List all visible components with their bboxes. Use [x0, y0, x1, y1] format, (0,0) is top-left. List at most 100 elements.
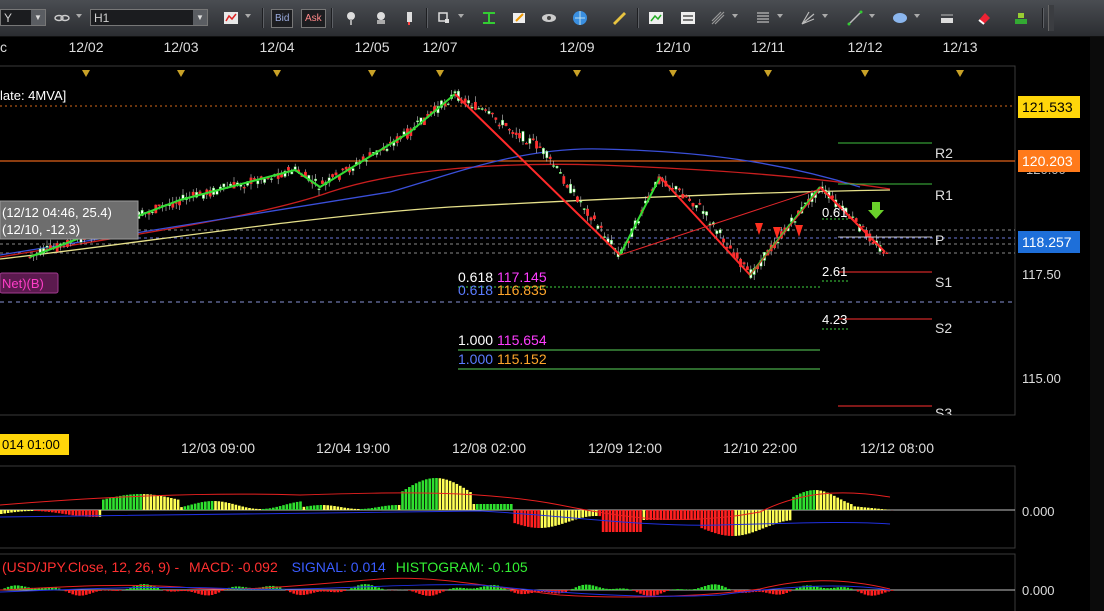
line-tool-button[interactable]: [844, 7, 866, 28]
time-axis-label: 12/08 02:00: [452, 440, 526, 456]
fib-button[interactable]: [752, 7, 774, 28]
histogram-bar: [816, 490, 819, 510]
template-button[interactable]: [677, 7, 699, 28]
histogram-bar: [771, 510, 775, 525]
candle-body: [555, 165, 559, 169]
price-tick-1: 117.50: [1022, 267, 1061, 282]
chevron-down-icon[interactable]: [458, 14, 464, 18]
chevron-down-icon[interactable]: ▼: [193, 10, 207, 25]
chevron-down-icon[interactable]: [76, 14, 82, 18]
ellipse-button[interactable]: [889, 7, 911, 28]
globe-button[interactable]: [569, 7, 591, 28]
histogram-bar: [0, 510, 3, 514]
draw-button[interactable]: [398, 7, 420, 28]
chevron-down-icon[interactable]: [914, 14, 920, 18]
bid-button[interactable]: Bid: [271, 9, 294, 28]
level-badge-121533-label: 121.533: [1022, 99, 1073, 115]
day-marker-icon: [861, 70, 869, 77]
price-axis[interactable]: 120.00 117.50 115.00 121.533 120.203 118…: [1018, 96, 1080, 386]
interval-combo[interactable]: H1 ▼: [90, 9, 208, 26]
macd-bar: [778, 590, 782, 595]
candle-body: [521, 131, 525, 142]
scroll-strip[interactable]: [1090, 37, 1104, 611]
layout-button[interactable]: [1010, 7, 1032, 28]
histogram-bar: [200, 502, 204, 510]
macd-bar: [860, 590, 863, 594]
candle-body: [535, 140, 539, 149]
time-axis[interactable]: 12/03 09:00 12/04 19:00 12/08 02:00 12/09 1…: [181, 440, 934, 456]
trendline-button[interactable]: [707, 7, 729, 28]
eye-button[interactable]: [538, 7, 560, 28]
chevron-down-icon[interactable]: [732, 14, 738, 18]
histogram-bar: [826, 492, 829, 510]
macd-bar: [890, 590, 894, 591]
histogram-bar: [360, 508, 363, 510]
top-date-label: 12/12: [847, 39, 882, 55]
chart-type-button[interactable]: [220, 7, 242, 28]
candle-body: [504, 123, 508, 126]
chevron-down-icon[interactable]: ▼: [31, 10, 45, 25]
pencil-icon: [513, 12, 525, 23]
candle-body: [508, 129, 511, 131]
abc-button[interactable]: [936, 7, 958, 28]
macd-bar: [673, 589, 676, 590]
histogram-bar: [571, 510, 574, 521]
day-marker-icon: [764, 70, 772, 77]
histogram-bar: [408, 487, 411, 510]
crosshair-button[interactable]: [340, 7, 362, 28]
macd-bar: [795, 588, 799, 590]
histogram-bar: [533, 510, 537, 528]
histogram-bar: [78, 510, 81, 517]
histogram-bar: [867, 507, 870, 510]
chevron-down-icon[interactable]: [822, 14, 828, 18]
macd-bar: [329, 590, 333, 592]
candle-body: [729, 245, 732, 249]
histogram-bar: [618, 510, 622, 532]
histogram-bar: [13, 510, 17, 513]
histogram-bar: [734, 510, 737, 536]
text-tool-button[interactable]: [478, 7, 500, 28]
cursor-info-line1: (12/12 04:46, 25.4): [2, 205, 112, 220]
chevron-down-icon[interactable]: [245, 14, 251, 18]
chevron-down-icon[interactable]: [869, 14, 875, 18]
candle-body: [548, 156, 552, 160]
chart-area[interactable]: c 12/02 12/03 12/04 12/05 12/07 12/09 12/10 12/1…: [0, 37, 1104, 611]
ask-button[interactable]: Ask: [301, 9, 326, 28]
zoom-button[interactable]: [370, 7, 392, 28]
histogram-bar: [170, 497, 173, 510]
toolbar-grip[interactable]: [1048, 5, 1054, 31]
macd-bar: [676, 589, 680, 590]
macd-bar: [214, 590, 217, 594]
pitchfork-button[interactable]: [797, 7, 819, 28]
histogram-bar: [829, 494, 833, 510]
histogram-bar: [523, 510, 527, 527]
histogram-bar: [10, 510, 13, 513]
histogram-bar: [452, 482, 455, 510]
template-icon: [681, 11, 695, 24]
link-button[interactable]: [51, 7, 73, 28]
histogram-bar: [486, 504, 489, 510]
top-date-label: 12/03: [163, 39, 198, 55]
macd-bar: [724, 587, 727, 590]
candle-body: [610, 240, 613, 245]
last-price-badge-label: 118.257: [1022, 234, 1072, 250]
chevron-down-icon[interactable]: [777, 14, 783, 18]
pencil-button[interactable]: [508, 7, 530, 28]
eraser-button[interactable]: [973, 7, 995, 28]
candle-body: [497, 124, 501, 127]
histogram-bar: [272, 507, 275, 510]
macd-legend-signal: SIGNAL: 0.014: [292, 559, 386, 575]
ruler-button[interactable]: [608, 7, 630, 28]
histogram-bar: [782, 510, 785, 522]
macd-bar: [132, 586, 136, 590]
macd-bar: [652, 590, 656, 596]
symbol-combo[interactable]: Y ▼: [0, 9, 46, 26]
trendline-icon: [711, 11, 725, 24]
macd-bar: [659, 590, 663, 594]
cursor-mode-button[interactable]: [433, 7, 455, 28]
candle-body: [341, 168, 345, 171]
indicator-button[interactable]: [645, 7, 667, 28]
histogram-bar: [340, 507, 343, 510]
macd-bar: [306, 590, 309, 595]
histogram-bar: [326, 505, 329, 510]
